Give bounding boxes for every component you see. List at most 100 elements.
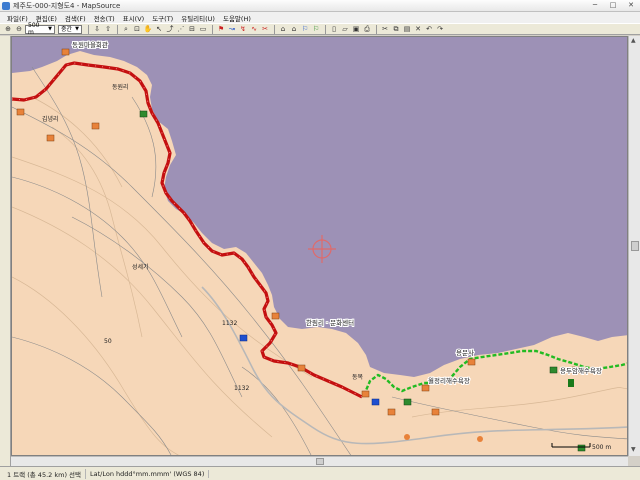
toolbar-separator [376, 24, 377, 34]
menu-tools[interactable]: 도구(T) [148, 13, 177, 23]
left-panel-edge [0, 36, 11, 466]
zoom-tool-icon[interactable]: ⌕ [121, 24, 131, 34]
tree-icon [568, 379, 574, 387]
close-icon[interactable]: ✕ [624, 1, 638, 10]
paste-icon[interactable]: ▤ [402, 24, 412, 34]
toolbar: ⊕ ⊖ 500 m ▼ 중간 ▼ ⇩ ⇧ ⌕ ⊡ ✋ ↖ ⤴ ⋰ ⊟ ▭ ⚑ ↝ ↯… [0, 22, 640, 36]
zoom-area-icon[interactable]: ⊡ [132, 24, 142, 34]
restaurant-icon[interactable] [387, 408, 396, 416]
label-place-s: 동복 [352, 374, 364, 381]
detail-level-select[interactable]: 중간 ▼ [58, 24, 82, 34]
poi-dot-icon[interactable] [477, 436, 483, 442]
scroll-up-icon[interactable]: ▲ [631, 37, 636, 44]
park-icon[interactable] [403, 398, 412, 406]
route-edit-icon[interactable]: ↯ [238, 24, 248, 34]
label-place-e: 용문사 [456, 348, 474, 357]
label-place-w: 김녕리 [42, 115, 59, 123]
status-bar: 1 트랙 (총 45.2 km) 선택 Lat/Lon hddd°mm.mmm'… [0, 466, 640, 480]
redo-icon[interactable]: ↷ [435, 24, 445, 34]
find-recent-icon[interactable]: ⚐ [300, 24, 310, 34]
track-edit-icon[interactable]: ✂ [260, 24, 270, 34]
horizontal-scroll-thumb[interactable] [316, 458, 324, 465]
find-nearby-icon[interactable]: ⚐ [311, 24, 321, 34]
toolbar-separator [117, 24, 118, 34]
restaurant-icon[interactable] [16, 108, 25, 116]
hand-tool-icon[interactable]: ✋ [143, 24, 153, 34]
toolbar-separator [88, 24, 89, 34]
restaurant-icon[interactable] [61, 48, 70, 56]
scale-bar-label: 500 m [592, 444, 611, 451]
label-place-n: 동원리 [112, 83, 129, 91]
chevron-down-icon: ▼ [75, 25, 79, 32]
restaurant-icon[interactable] [431, 408, 440, 416]
bus-icon[interactable] [239, 334, 248, 342]
restaurant-icon[interactable] [297, 364, 306, 372]
poi-dot-icon[interactable] [404, 434, 410, 440]
toolbar-separator [274, 24, 275, 34]
park-icon[interactable] [549, 366, 558, 374]
receive-from-device-icon[interactable]: ⇩ [92, 24, 102, 34]
horizontal-scrollbar[interactable] [11, 456, 628, 466]
cut-icon[interactable]: ✂ [380, 24, 390, 34]
label-place-far-e: 용두암해수욕장 [560, 366, 602, 375]
maximize-icon[interactable]: □ [606, 1, 620, 10]
window-title: 제주도-000-지형도4 - MapSource [13, 1, 121, 10]
track-tool-icon[interactable]: ⋰ [176, 24, 186, 34]
status-coord-format: Lat/Lon hddd°mm.mmm' (WGS 84) [86, 469, 210, 478]
park-icon[interactable] [577, 444, 586, 452]
open-file-icon[interactable]: ▱ [340, 24, 350, 34]
label-road-2: 1132 [234, 385, 249, 392]
delete-icon[interactable]: ✕ [413, 24, 423, 34]
menu-bar: 파일(F) 편집(E) 검색(F) 전송(T) 표시(V) 도구(T) 유틸리티… [0, 12, 640, 23]
track-icon[interactable]: ∿ [249, 24, 259, 34]
copy-icon[interactable]: ⧉ [391, 24, 401, 34]
menu-utilities[interactable]: 유틸리티(U) [177, 13, 219, 23]
menu-view[interactable]: 표시(V) [119, 13, 148, 23]
menu-file[interactable]: 파일(F) [3, 13, 32, 23]
scroll-down-icon[interactable]: ▼ [631, 446, 636, 453]
zoom-in-icon[interactable]: ⊕ [3, 24, 13, 34]
temple-icon[interactable] [467, 358, 476, 366]
lodging-icon[interactable] [46, 134, 55, 142]
ruler-icon[interactable]: ▭ [198, 24, 208, 34]
new-file-icon[interactable]: ▯ [329, 24, 339, 34]
route-tool-icon[interactable]: ⤴ [165, 24, 175, 34]
zoom-scale-select[interactable]: 500 m ▼ [25, 22, 55, 36]
restaurant-icon[interactable] [271, 312, 280, 320]
save-file-icon[interactable]: ▣ [351, 24, 361, 34]
vertical-scrollbar[interactable]: ▲ ▼ [628, 36, 640, 456]
find-address-icon[interactable]: ⌂ [289, 24, 299, 34]
vertical-scroll-thumb[interactable] [631, 241, 639, 251]
route-icon[interactable]: ↝ [227, 24, 237, 34]
menu-find[interactable]: 검색(F) [61, 13, 90, 23]
park-icon[interactable] [139, 110, 148, 118]
toolbar-separator [212, 24, 213, 34]
app-icon [2, 1, 10, 10]
hospital-icon[interactable] [371, 398, 380, 406]
status-selection: 1 트랙 (총 45.2 km) 선택 [3, 468, 87, 479]
map-canvas[interactable]: 동원마을회관 동원리 김녕리 성세기 한림리 · 문화센터 동복 월정리해수욕장… [12, 37, 628, 456]
selection-tool-icon[interactable]: ↖ [154, 24, 164, 34]
label-place-mid: 성세기 [132, 263, 149, 271]
zoom-out-icon[interactable]: ⊖ [14, 24, 24, 34]
zoom-scale-value: 500 m [28, 22, 40, 36]
lodging-icon[interactable] [91, 122, 100, 130]
send-to-device-icon[interactable]: ⇧ [103, 24, 113, 34]
lodging-icon[interactable] [361, 390, 370, 398]
undo-icon[interactable]: ↶ [424, 24, 434, 34]
menu-edit[interactable]: 편집(E) [32, 13, 61, 23]
lodging-icon[interactable] [421, 384, 430, 392]
map-view[interactable]: 동원마을회관 동원리 김녕리 성세기 한림리 · 문화센터 동복 월정리해수욕장… [11, 36, 628, 456]
minimize-icon[interactable]: ─ [588, 1, 602, 10]
label-road-1: 1132 [222, 320, 237, 327]
menu-help[interactable]: 도움말(H) [219, 13, 255, 23]
measure-tool-icon[interactable]: ⊟ [187, 24, 197, 34]
label-place-se: 월정리해수욕장 [428, 376, 470, 385]
find-places-icon[interactable]: ⌂ [278, 24, 288, 34]
menu-transfer[interactable]: 전송(T) [90, 13, 119, 23]
label-road-3: 50 [104, 338, 112, 345]
label-place-nw: 동원마을회관 [72, 40, 108, 49]
waypoint-icon[interactable]: ⚑ [216, 24, 226, 34]
print-icon[interactable]: ⎙ [362, 24, 372, 34]
toolbar-separator [325, 24, 326, 34]
